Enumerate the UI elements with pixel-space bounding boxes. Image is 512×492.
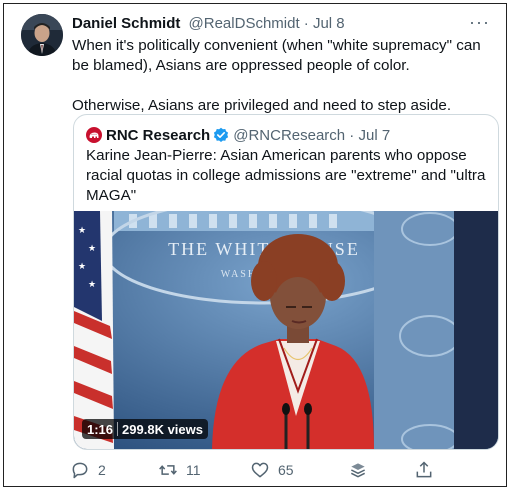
reply-button[interactable]: 2 xyxy=(70,460,106,480)
tweet-card[interactable]: Daniel Schmidt @RealDSchmidt · Jul 8 ···… xyxy=(3,3,507,487)
svg-text:★: ★ xyxy=(78,262,86,272)
retweet-count: 11 xyxy=(186,462,201,478)
heart-icon xyxy=(251,462,269,478)
stack-button[interactable] xyxy=(348,460,376,480)
author-name[interactable]: Daniel Schmidt xyxy=(72,15,180,32)
video-player[interactable]: THE WHITE HOUSE WASHINGTON ★★ xyxy=(74,211,498,449)
svg-text:★: ★ xyxy=(78,226,86,236)
quoted-handle-date[interactable]: @RNCResearch · Jul 7 xyxy=(233,127,390,144)
reply-icon xyxy=(72,462,88,479)
tweet-body: When it's politically convenient (when "… xyxy=(72,36,492,116)
tweet-actions: 2 11 65 xyxy=(70,460,450,484)
quoted-tweet-header: RNC Research @RNCResearch · Jul 7 xyxy=(86,125,390,145)
svg-text:★: ★ xyxy=(88,280,96,290)
rnc-elephant-logo-icon xyxy=(86,127,102,143)
video-views: 299.8K views xyxy=(122,421,203,437)
author-avatar[interactable] xyxy=(21,14,63,56)
quoted-tweet[interactable]: RNC Research @RNCResearch · Jul 7 Karine… xyxy=(73,114,499,450)
layers-icon xyxy=(350,463,366,478)
like-button[interactable]: 65 xyxy=(250,460,294,480)
retweet-button[interactable]: 11 xyxy=(158,460,201,480)
video-duration: 1:16 xyxy=(87,421,114,437)
more-options-icon[interactable]: ··· xyxy=(469,12,490,33)
quoted-author-name[interactable]: RNC Research xyxy=(106,127,210,144)
like-count: 65 xyxy=(278,462,294,478)
quoted-tweet-text: Karine Jean-Pierre: Asian American paren… xyxy=(86,147,486,204)
verified-badge-icon xyxy=(214,127,229,142)
video-frame: THE WHITE HOUSE WASHINGTON ★★ xyxy=(74,211,498,449)
tweet-paragraph: When it's politically convenient (when "… xyxy=(72,37,481,74)
video-stats-badge: 1:16 299.8K views xyxy=(82,419,208,439)
author-handle-date[interactable]: @RealDSchmidt · Jul 8 xyxy=(189,15,345,32)
retweet-icon xyxy=(159,465,177,475)
share-icon xyxy=(416,461,432,478)
reply-count: 2 xyxy=(98,462,106,478)
tweet-header: Daniel Schmidt @RealDSchmidt · Jul 8 xyxy=(72,15,490,35)
tweet-paragraph: Otherwise, Asians are privileged and nee… xyxy=(72,97,452,114)
share-button[interactable] xyxy=(414,460,442,480)
svg-text:★: ★ xyxy=(88,244,96,254)
